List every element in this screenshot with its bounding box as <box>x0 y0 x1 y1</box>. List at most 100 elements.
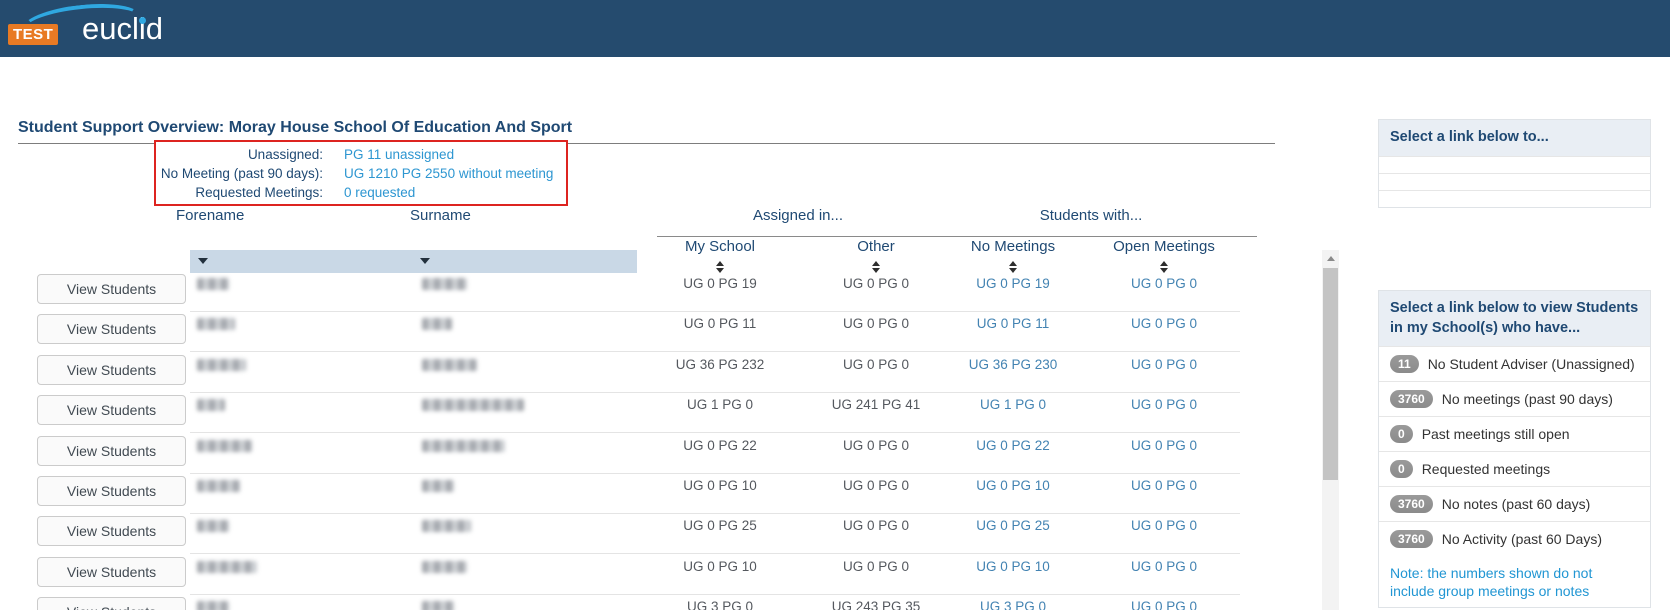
sidebar-stat-item[interactable]: 3760 No meetings (past 90 days) <box>1379 381 1650 416</box>
cell-open-meetings-link[interactable]: UG 0 PG 0 <box>1094 478 1234 493</box>
view-students-button[interactable]: View Students <box>37 354 186 385</box>
sidebar-stat-item[interactable]: 0 Requested meetings <box>1379 451 1650 486</box>
view-students-button[interactable]: View Students <box>37 395 186 426</box>
cell-my-school: UG 36 PG 232 <box>675 356 765 372</box>
cell-no-meetings-link[interactable]: UG 0 PG 25 <box>943 518 1083 533</box>
table-scrollbar[interactable] <box>1322 250 1339 610</box>
surname-redacted <box>422 278 467 290</box>
sidebar-link-item[interactable] <box>1379 172 1650 190</box>
sidebar-link-item[interactable] <box>1379 155 1650 173</box>
cell-my-school: UG 1 PG 0 <box>686 397 754 413</box>
cell-open-meetings-link[interactable]: UG 0 PG 0 <box>1094 397 1234 412</box>
scrollbar-thumb[interactable] <box>1323 268 1338 480</box>
summary-label: Unassigned: <box>247 147 323 162</box>
cell-my-school: UG 0 PG 11 <box>683 316 757 332</box>
summary-link[interactable]: UG 1210 PG 2550 without meeting <box>344 166 553 181</box>
cell-no-meetings-link[interactable]: UG 0 PG 22 <box>943 438 1083 453</box>
stat-label: Past meetings still open <box>1421 426 1570 443</box>
cell-no-meetings-link[interactable]: UG 0 PG 10 <box>943 478 1083 493</box>
sidebar-stat-item[interactable]: 11 No Student Adviser (Unassigned) <box>1379 346 1650 381</box>
view-students-button[interactable]: View Students <box>37 314 186 345</box>
stat-label: No meetings (past 90 days) <box>1441 391 1613 408</box>
cell-other: UG 243 PG 35 <box>831 599 921 610</box>
summary-rows: Unassigned: PG 11 unassigned No Meeting … <box>156 145 566 202</box>
cell-my-school: UG 0 PG 19 <box>683 276 757 291</box>
surname-redacted <box>422 560 467 573</box>
surname-redacted <box>422 520 471 533</box>
sidebar-stat-item[interactable]: 3760 No notes (past 60 days) <box>1379 486 1650 521</box>
forename-redacted <box>197 601 229 610</box>
arrow-up-icon <box>1326 255 1335 261</box>
cell-open-meetings-link[interactable]: UG 0 PG 0 <box>1094 559 1234 574</box>
cell-my-school: UG 0 PG 25 <box>683 518 757 534</box>
view-students-button[interactable]: View Students <box>37 516 186 547</box>
count-badge: 3760 <box>1390 530 1433 549</box>
sidebar-stats-panel: Select a link below to view Students in … <box>1378 290 1651 608</box>
forename-redacted <box>197 318 235 331</box>
cell-my-school: UG 0 PG 22 <box>683 437 757 453</box>
cell-open-meetings-link[interactable]: UG 0 PG 0 <box>1094 438 1234 453</box>
stat-label: No notes (past 60 days) <box>1441 496 1591 513</box>
sidebar-stats-header: Select a link below to view Students in … <box>1379 291 1650 347</box>
view-students-button[interactable]: View Students <box>37 597 186 610</box>
view-students-button[interactable]: View Students <box>37 274 186 304</box>
sidebar-stat-item[interactable]: 0 Past meetings still open <box>1379 416 1650 451</box>
sidebar-links-list <box>1379 155 1650 207</box>
cell-other: UG 0 PG 0 <box>842 437 910 453</box>
cell-other: UG 0 PG 0 <box>842 558 910 574</box>
table-row: View Students UG 0 PG 19 UG 0 PG 0 UG 0 … <box>0 272 1240 312</box>
summary-label: Requested Meetings: <box>195 185 323 200</box>
sidebar-stat-item[interactable]: 3760 No Activity (past 60 Days) <box>1379 521 1650 556</box>
cell-other: UG 0 PG 0 <box>842 518 910 534</box>
surname-redacted <box>422 439 505 452</box>
cell-no-meetings-link[interactable]: UG 0 PG 11 <box>943 316 1083 331</box>
table-row: View Students UG 36 PG 232 UG 0 PG 0 UG … <box>0 353 1240 393</box>
count-badge: 11 <box>1390 355 1419 374</box>
surname-redacted <box>422 358 477 371</box>
summary-row: No Meeting (past 90 days): UG 1210 PG 25… <box>156 164 566 183</box>
surname-redacted <box>422 318 452 331</box>
sidebar-link-item[interactable] <box>1379 189 1650 207</box>
cell-open-meetings-link[interactable]: UG 0 PG 0 <box>1094 518 1234 533</box>
count-badge: 3760 <box>1390 495 1433 514</box>
cell-open-meetings-link[interactable]: UG 0 PG 0 <box>1094 599 1234 610</box>
cell-my-school: UG 0 PG 10 <box>683 478 757 493</box>
cell-other: UG 0 PG 0 <box>842 478 910 493</box>
stat-label: Requested meetings <box>1421 461 1551 478</box>
school-summary-box: Unassigned: PG 11 unassigned No Meeting … <box>154 140 568 206</box>
cell-open-meetings-link[interactable]: UG 0 PG 0 <box>1094 357 1234 372</box>
view-students-button[interactable]: View Students <box>37 476 186 506</box>
count-badge: 3760 <box>1390 390 1433 409</box>
cell-other: UG 0 PG 0 <box>842 316 910 332</box>
view-students-button[interactable]: View Students <box>37 435 186 466</box>
forename-redacted <box>197 278 229 290</box>
cell-no-meetings-link[interactable]: UG 1 PG 0 <box>943 397 1083 412</box>
summary-link[interactable]: 0 requested <box>344 185 415 200</box>
table-row: View Students UG 0 PG 11 UG 0 PG 0 UG 0 … <box>0 312 1240 353</box>
count-badge: 0 <box>1390 460 1413 479</box>
cell-open-meetings-link[interactable]: UG 0 PG 0 <box>1094 316 1234 331</box>
table-row: View Students UG 0 PG 10 UG 0 PG 0 UG 0 … <box>0 555 1240 595</box>
cell-my-school: UG 0 PG 10 <box>683 558 757 574</box>
view-students-button[interactable]: View Students <box>37 556 186 587</box>
scrollbar-up-arrow-icon[interactable] <box>1322 250 1339 266</box>
cell-open-meetings-link[interactable]: UG 0 PG 0 <box>1094 276 1234 291</box>
count-badge: 0 <box>1390 425 1413 444</box>
summary-row: Unassigned: PG 11 unassigned <box>156 145 566 164</box>
forename-redacted <box>197 560 257 573</box>
cell-no-meetings-link[interactable]: UG 0 PG 19 <box>943 276 1083 291</box>
cell-other: UG 0 PG 0 <box>842 276 910 291</box>
surname-redacted <box>422 601 454 610</box>
cell-my-school: UG 3 PG 0 <box>686 599 754 610</box>
forename-redacted <box>197 520 229 533</box>
stat-label: No Activity (past 60 Days) <box>1441 531 1602 548</box>
cell-no-meetings-link[interactable]: UG 0 PG 10 <box>943 559 1083 574</box>
table-row: View Students UG 0 PG 25 UG 0 PG 0 UG 0 … <box>0 514 1240 555</box>
cell-no-meetings-link[interactable]: UG 3 PG 0 <box>943 599 1083 610</box>
table-row: View Students UG 1 PG 0 UG 241 PG 41 UG … <box>0 393 1240 434</box>
summary-link[interactable]: PG 11 unassigned <box>344 147 454 162</box>
summary-row: Requested Meetings: 0 requested <box>156 183 566 202</box>
sidebar-note: Note: the numbers shown do not include g… <box>1390 565 1593 600</box>
surname-redacted <box>422 480 454 492</box>
cell-no-meetings-link[interactable]: UG 36 PG 230 <box>943 357 1083 372</box>
